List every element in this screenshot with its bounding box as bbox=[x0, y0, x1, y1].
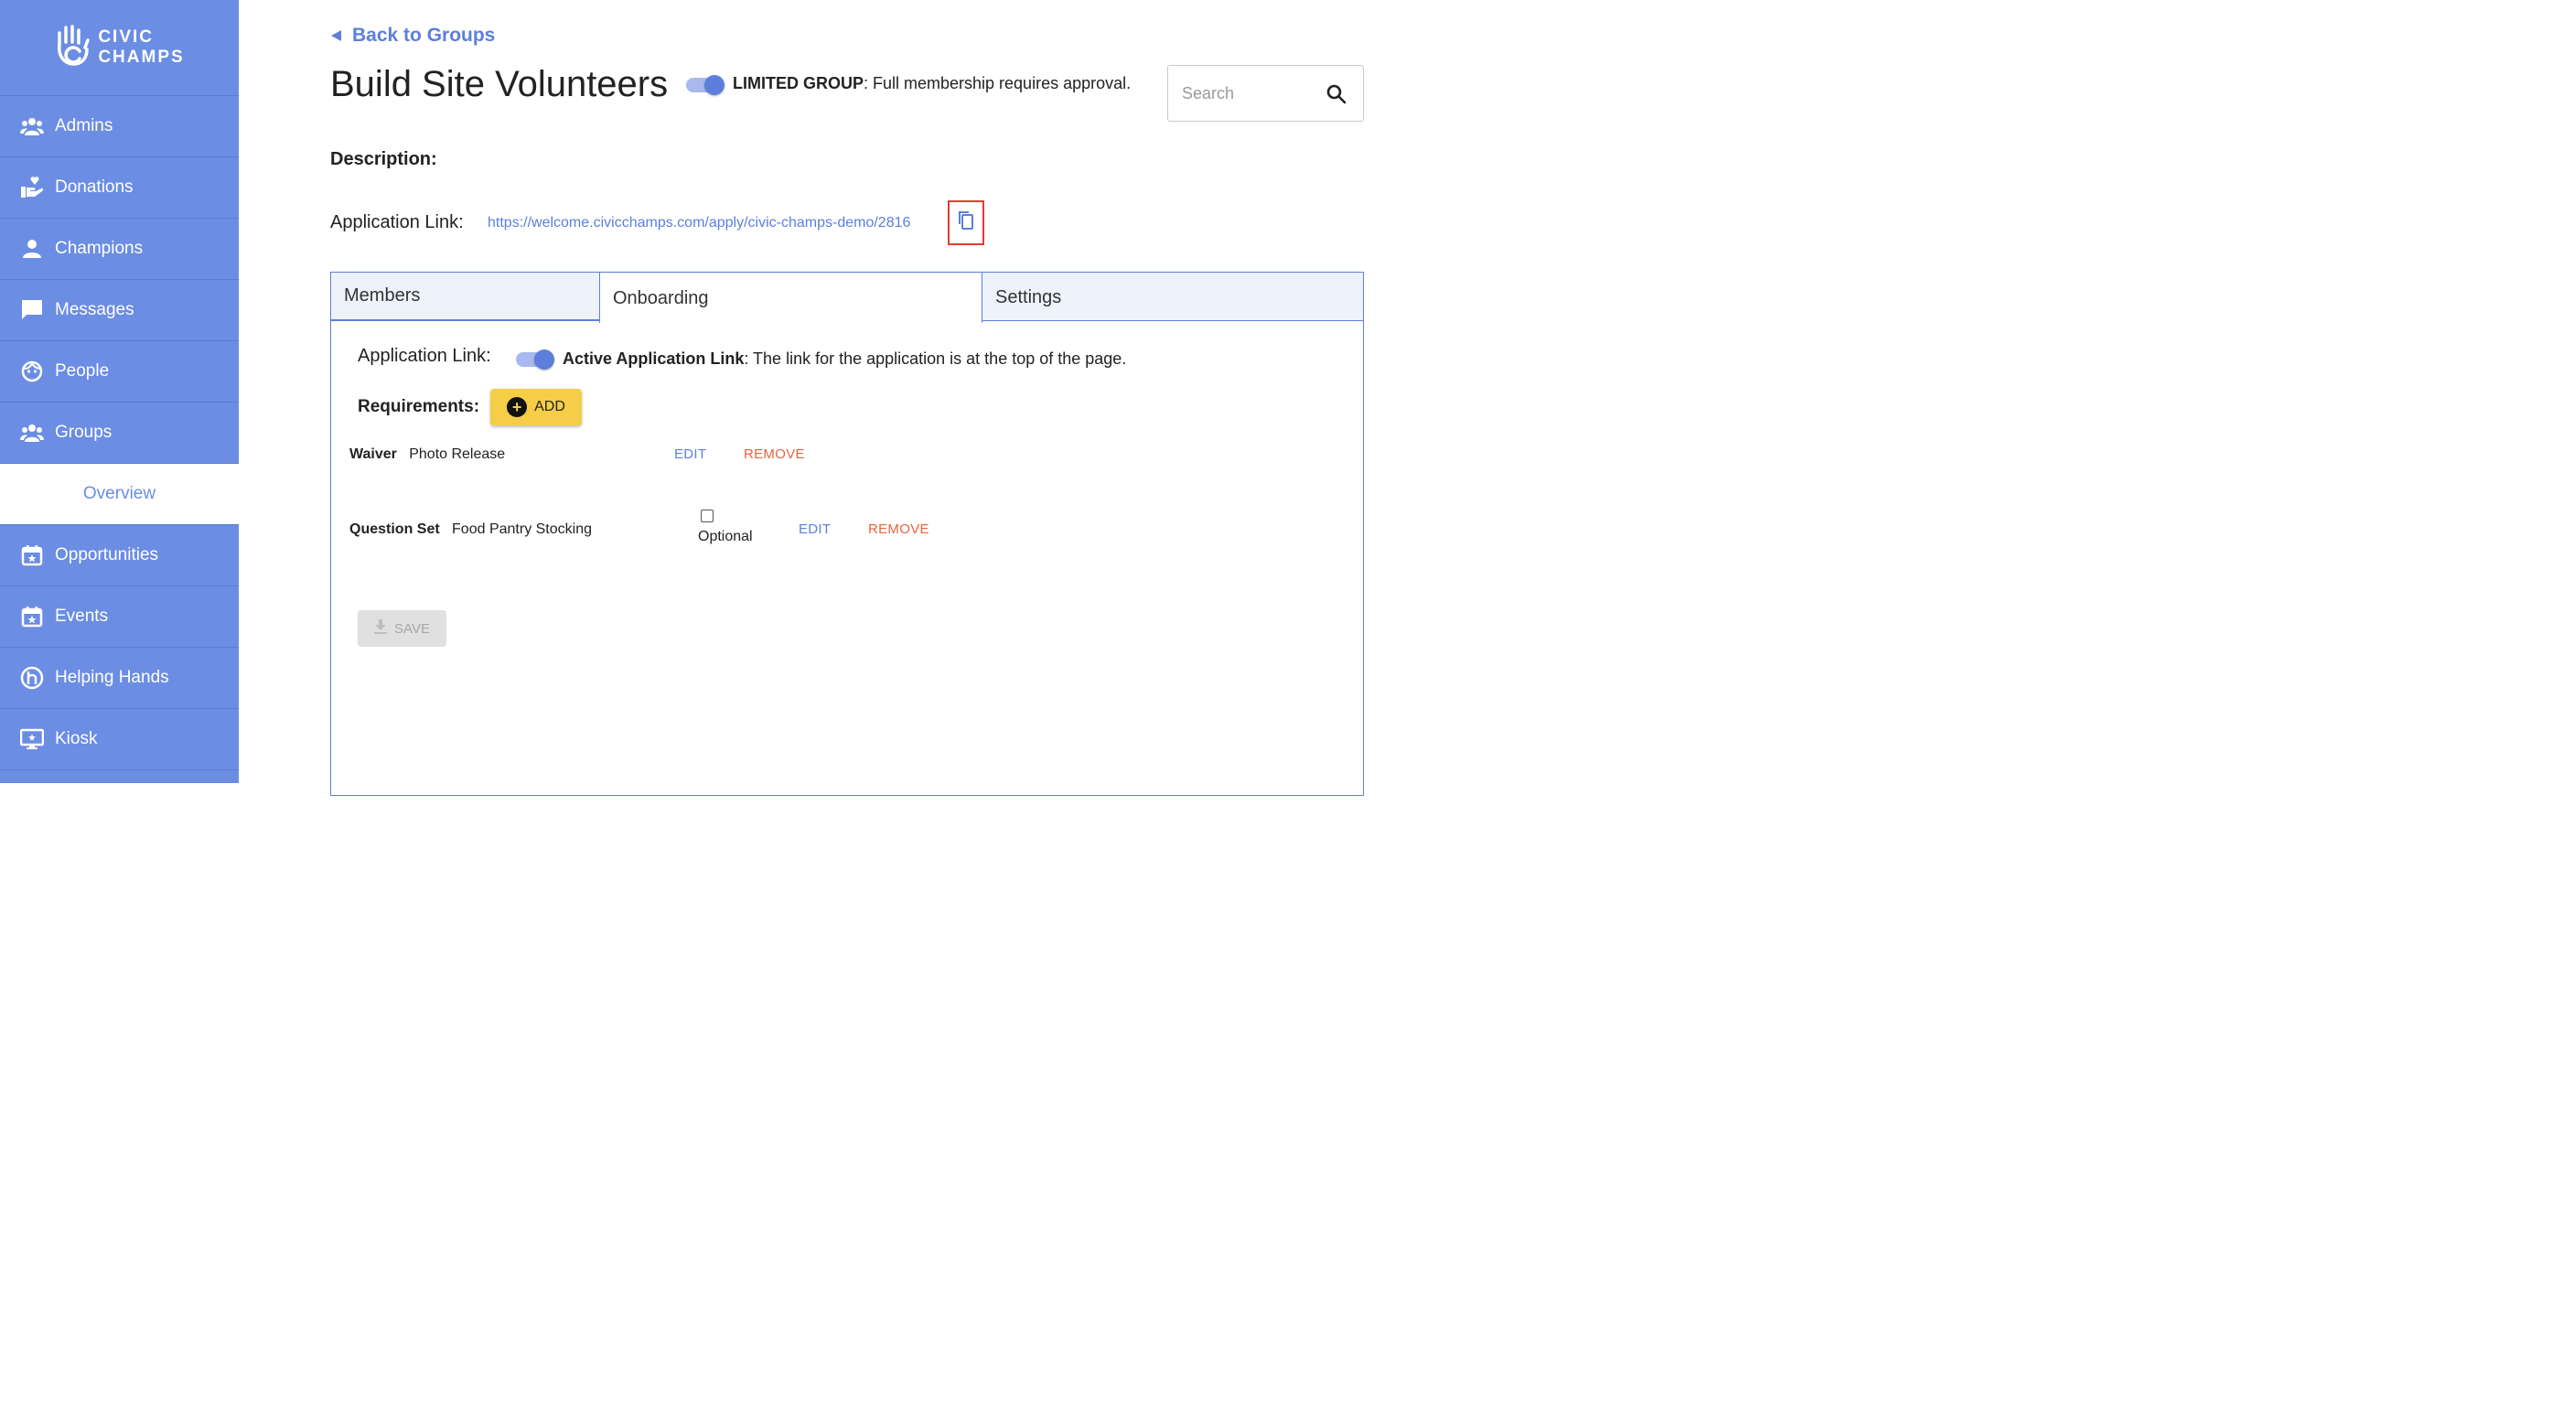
sidebar-item-champions[interactable]: Champions bbox=[0, 219, 239, 280]
monitor-icon bbox=[19, 727, 44, 752]
tab-settings[interactable]: Settings bbox=[982, 272, 1364, 321]
optional-label: Optional bbox=[698, 529, 753, 544]
limited-group-label: LIMITED GROUP bbox=[733, 74, 864, 92]
sidebar-item-messages[interactable]: Messages bbox=[0, 280, 239, 341]
limited-group-description: LIMITED GROUP: Full membership requires … bbox=[733, 74, 1131, 93]
sidebar-item-label: Helping Hands bbox=[55, 668, 169, 687]
logo-line-2: CHAMPS bbox=[98, 48, 185, 67]
sidebar-item-donations[interactable]: Donations bbox=[0, 157, 239, 219]
sidebar-item-label: Events bbox=[55, 607, 109, 626]
copy-icon bbox=[957, 210, 975, 235]
application-link-url[interactable]: https://welcome.civicchamps.com/apply/ci… bbox=[488, 215, 910, 231]
remove-waiver-button[interactable]: REMOVE bbox=[744, 446, 805, 462]
requirement-name: Photo Release bbox=[409, 446, 506, 462]
sidebar-item-label: Groups bbox=[55, 423, 113, 442]
sidebar-item-label: Messages bbox=[55, 300, 134, 319]
sidebar-item-label: Overview bbox=[82, 484, 156, 503]
edit-waiver-button[interactable]: EDIT bbox=[674, 446, 706, 462]
chat-bubble-icon bbox=[19, 298, 44, 323]
people-group-icon bbox=[19, 421, 44, 446]
group-tabs: Members Onboarding Settings bbox=[330, 272, 1364, 323]
search-box bbox=[1167, 65, 1364, 122]
application-link-label: Application Link: bbox=[330, 212, 464, 232]
sidebar-item-kiosk[interactable]: Kiosk bbox=[0, 709, 239, 770]
tab-onboarding[interactable]: Onboarding bbox=[599, 272, 982, 323]
limited-group-text: : Full membership requires approval. bbox=[864, 74, 1132, 92]
calendar-star-icon bbox=[19, 543, 44, 568]
sidebar-item-opportunities[interactable]: Opportunities bbox=[0, 525, 239, 586]
sidebar-item-label: Champions bbox=[55, 239, 144, 258]
person-icon bbox=[19, 237, 44, 262]
civic-champs-hand-icon bbox=[54, 24, 91, 72]
search-input[interactable] bbox=[1182, 83, 1319, 103]
requirement-type: Waiver bbox=[349, 446, 397, 462]
sidebar-item-label: People bbox=[55, 361, 110, 381]
search-icon[interactable] bbox=[1326, 84, 1347, 109]
back-arrow-icon bbox=[331, 30, 341, 41]
requirement-row: Waiver Photo Release bbox=[349, 446, 505, 463]
active-application-link-toggle[interactable] bbox=[516, 349, 554, 370]
sidebar-item-helping-hands[interactable]: Helping Hands bbox=[0, 648, 239, 709]
logo-line-1: CIVIC bbox=[98, 27, 155, 47]
divider bbox=[982, 320, 1364, 321]
divider bbox=[330, 320, 600, 321]
people-group-icon bbox=[19, 114, 44, 139]
requirement-name: Food Pantry Stocking bbox=[452, 521, 592, 537]
sidebar-item-label: Kiosk bbox=[55, 729, 98, 748]
active-link-text: : The link for the application is at the… bbox=[744, 349, 1127, 368]
requirements-label: Requirements: bbox=[358, 397, 480, 416]
remove-question-set-button[interactable]: REMOVE bbox=[868, 521, 929, 537]
sidebar: CIVIC CHAMPS Admins Donations Champions bbox=[0, 0, 239, 783]
onboarding-application-link-label: Application Link: bbox=[358, 346, 491, 366]
copy-link-button[interactable] bbox=[948, 200, 984, 245]
description-label: Description: bbox=[330, 149, 437, 169]
calendar-star-icon bbox=[19, 605, 44, 629]
face-icon bbox=[19, 360, 44, 384]
active-link-label: Active Application Link bbox=[563, 349, 745, 368]
sidebar-item-label: Opportunities bbox=[55, 545, 159, 564]
sidebar-item-label: Donations bbox=[55, 177, 134, 197]
onboarding-panel bbox=[330, 320, 1364, 796]
add-requirement-button[interactable]: + ADD bbox=[490, 389, 582, 425]
sidebar-item-events[interactable]: Events bbox=[0, 586, 239, 648]
sidebar-item-groups[interactable]: Groups bbox=[0, 403, 239, 464]
add-button-label: ADD bbox=[534, 399, 565, 414]
tab-members[interactable]: Members bbox=[330, 272, 600, 320]
sidebar-item-people[interactable]: People bbox=[0, 341, 239, 403]
page: CIVIC CHAMPS Admins Donations Champions bbox=[0, 0, 1427, 796]
sidebar-item-label: Admins bbox=[55, 116, 113, 135]
download-icon bbox=[374, 619, 388, 638]
toggle-knob bbox=[704, 75, 724, 95]
toggle-knob bbox=[534, 349, 554, 370]
hand-heart-icon bbox=[19, 176, 44, 200]
save-button[interactable]: SAVE bbox=[358, 610, 446, 647]
plus-circle-icon: + bbox=[507, 397, 528, 417]
helping-hands-icon bbox=[19, 666, 44, 691]
logo[interactable]: CIVIC CHAMPS bbox=[0, 0, 239, 96]
requirement-type: Question Set bbox=[349, 521, 440, 537]
back-link-label: Back to Groups bbox=[352, 25, 496, 46]
active-application-link-description: Active Application Link: The link for th… bbox=[563, 349, 1126, 369]
sidebar-item-admins[interactable]: Admins bbox=[0, 96, 239, 157]
requirement-row: Question Set Food Pantry Stocking bbox=[349, 521, 592, 538]
sidebar-item-overview[interactable]: Overview bbox=[0, 464, 239, 525]
page-title: Build Site Volunteers bbox=[330, 64, 669, 104]
save-button-label: SAVE bbox=[394, 620, 430, 637]
back-to-groups-link[interactable]: Back to Groups bbox=[331, 25, 495, 47]
optional-checkbox[interactable] bbox=[701, 510, 714, 522]
limited-group-toggle[interactable] bbox=[686, 74, 724, 95]
edit-question-set-button[interactable]: EDIT bbox=[799, 521, 831, 537]
